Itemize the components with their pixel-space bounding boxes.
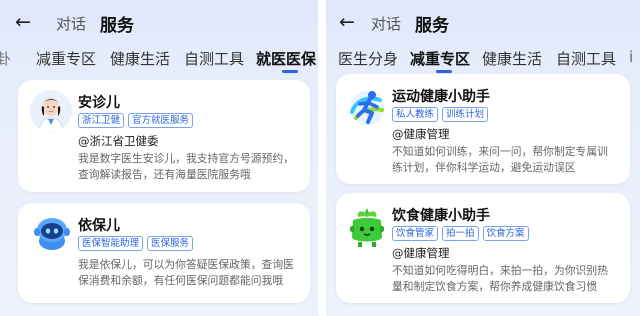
card-org: @浙江省卫健委 (78, 134, 159, 148)
tag: 饮食方案 (482, 226, 529, 241)
tag: 官方就医服务 (128, 113, 194, 128)
card-title: 安诊儿 (78, 95, 120, 111)
nav-service-title: 服务 (100, 16, 134, 36)
tab-partial[interactable]: 卦 (0, 48, 11, 69)
desc-line: 不知道如何训练，来问一问，帮你制定专属训 (392, 145, 608, 158)
tag-row: 私人教练 训练计划 (392, 107, 489, 122)
service-card-sport-assistant[interactable]: 运动健康小助手 私人教练 训练计划 @健康管理 不知道如何训练，来问一问，帮你制… (336, 74, 630, 184)
tag-row: 医保智能助理 医保服务 (78, 236, 194, 251)
tab-self-test[interactable]: 自测工具 (556, 48, 616, 69)
category-tabs: 卦 减重专区 健康生活 自测工具 就医医保 (0, 44, 318, 74)
service-card-anzhener[interactable]: 安诊儿 浙江卫健 官方就医服务 @浙江省卫健委 我是数字医生安诊儿，我支持官方号… (18, 80, 310, 192)
tag-row: 饮食管家 拍一拍 饮食方案 (392, 226, 529, 241)
nav-dialog-link[interactable]: 对话 (56, 13, 86, 34)
desc-line: 量和制定饮食方案，帮你养成健康饮食习惯 (392, 280, 598, 293)
category-tabs: 医生分身 减重专区 健康生活 自测工具 i (326, 44, 640, 74)
doctor-avatar-icon (30, 90, 72, 132)
nav-dialog-link[interactable]: 对话 (371, 13, 401, 34)
desc-line: 我是数字医生安诊儿，我支持官方号源预约， (78, 152, 294, 165)
card-org: @健康管理 (392, 127, 450, 141)
arrow-left-icon[interactable]: ← (336, 11, 358, 33)
food-sprout-icon (346, 205, 388, 249)
card-title: 运动健康小助手 (392, 89, 490, 105)
tag: 私人教练 (392, 107, 439, 122)
active-tab-indicator (436, 70, 452, 73)
tab-partial[interactable]: i (629, 48, 633, 66)
top-nav: ← 对话 服务 (326, 8, 640, 36)
tab-healthy-life[interactable]: 健康生活 (482, 48, 542, 69)
right-screen: ← 对话 服务 医生分身 减重专区 健康生活 自测工具 i 运动健康小助手 私人… (326, 0, 640, 316)
card-org: @健康管理 (392, 246, 450, 260)
card-description: 我是依保儿，可以为你答疑医保政策，查询医 保消费和余额，有任何医保问题都能问我哦 (78, 257, 294, 289)
desc-line: 练计划，伴你科学运动，避免运动误区 (392, 161, 576, 174)
top-nav: ← 对话 服务 (0, 8, 318, 36)
tag: 训练计划 (442, 107, 489, 122)
tab-medical-insurance[interactable]: 就医医保 (256, 48, 316, 69)
tag: 浙江卫健 (78, 113, 125, 128)
desc-line: 保消费和余额，有任何医保问题都能问我哦 (78, 274, 284, 287)
card-description: 我是数字医生安诊儿，我支持官方号源预约， 查询解读报告，还有海量医院服务哦 (78, 151, 294, 183)
tag: 拍一拍 (442, 226, 479, 241)
card-title: 依保儿 (78, 218, 120, 234)
desc-line: 我是依保儿，可以为你答疑医保政策，查询医 (78, 258, 294, 271)
tag: 饮食管家 (392, 226, 439, 241)
tag-row: 浙江卫健 官方就医服务 (78, 113, 194, 128)
tab-doctor-avatar[interactable]: 医生分身 (338, 48, 398, 69)
tag: 医保服务 (147, 236, 194, 251)
desc-line: 查询解读报告，还有海量医院服务哦 (78, 168, 251, 181)
robot-avatar-icon (30, 211, 74, 255)
sport-runner-icon (346, 86, 388, 128)
tab-self-test[interactable]: 自测工具 (184, 48, 244, 69)
service-card-yibaoer[interactable]: 依保儿 医保智能助理 医保服务 我是依保儿，可以为你答疑医保政策，查询医 保消费… (18, 203, 310, 303)
tab-healthy-life[interactable]: 健康生活 (110, 48, 170, 69)
tab-weight-loss[interactable]: 减重专区 (36, 48, 96, 69)
card-description: 不知道如何吃得明白，来拍一拍，为你识别热 量和制定饮食方案，帮你养成健康饮食习惯 (392, 263, 608, 295)
left-screen: ← 对话 服务 卦 减重专区 健康生活 自测工具 就医医保 安诊儿 浙江卫健 官… (0, 0, 318, 316)
tab-weight-loss[interactable]: 减重专区 (410, 48, 470, 69)
desc-line: 不知道如何吃得明白，来拍一拍，为你识别热 (392, 264, 608, 277)
nav-service-title: 服务 (415, 16, 449, 36)
arrow-left-icon[interactable]: ← (12, 11, 34, 33)
card-title: 饮食健康小助手 (392, 208, 490, 224)
card-description: 不知道如何训练，来问一问，帮你制定专属训 练计划，伴你科学运动，避免运动误区 (392, 144, 608, 176)
active-tab-indicator (282, 70, 298, 73)
tag: 医保智能助理 (78, 236, 144, 251)
service-card-diet-assistant[interactable]: 饮食健康小助手 饮食管家 拍一拍 饮食方案 @健康管理 不知道如何吃得明白，来拍… (336, 193, 630, 303)
